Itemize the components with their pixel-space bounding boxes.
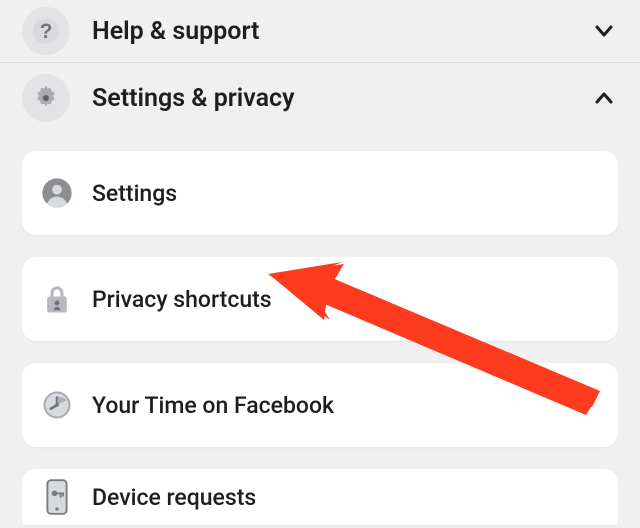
lock-icon (40, 282, 74, 316)
chevron-down-icon (590, 17, 618, 45)
menu-row-help[interactable]: ? Help & support (0, 0, 640, 62)
settings-card-device-requests[interactable]: Device requests (22, 469, 618, 525)
person-circle-icon (40, 176, 74, 210)
menu-row-label: Help & support (92, 17, 590, 46)
menu-row-label: Settings & privacy (92, 84, 590, 113)
svg-text:?: ? (40, 20, 53, 43)
settings-card-settings[interactable]: Settings (22, 151, 618, 235)
chevron-up-icon (590, 84, 618, 112)
clock-icon (40, 388, 74, 422)
settings-card-your-time[interactable]: Your Time on Facebook (22, 363, 618, 447)
card-label: Settings (92, 180, 177, 207)
card-label: Privacy shortcuts (92, 286, 272, 313)
settings-card-privacy-shortcuts[interactable]: Privacy shortcuts (22, 257, 618, 341)
menu-row-settings-privacy[interactable]: Settings & privacy (0, 63, 640, 133)
card-label: Your Time on Facebook (92, 392, 334, 419)
gear-icon (22, 74, 70, 122)
card-label: Device requests (92, 484, 256, 511)
settings-card-list: Settings Privacy shortcuts Your Time on … (0, 133, 640, 525)
phone-key-icon (40, 480, 74, 514)
question-mark-icon: ? (22, 7, 70, 55)
